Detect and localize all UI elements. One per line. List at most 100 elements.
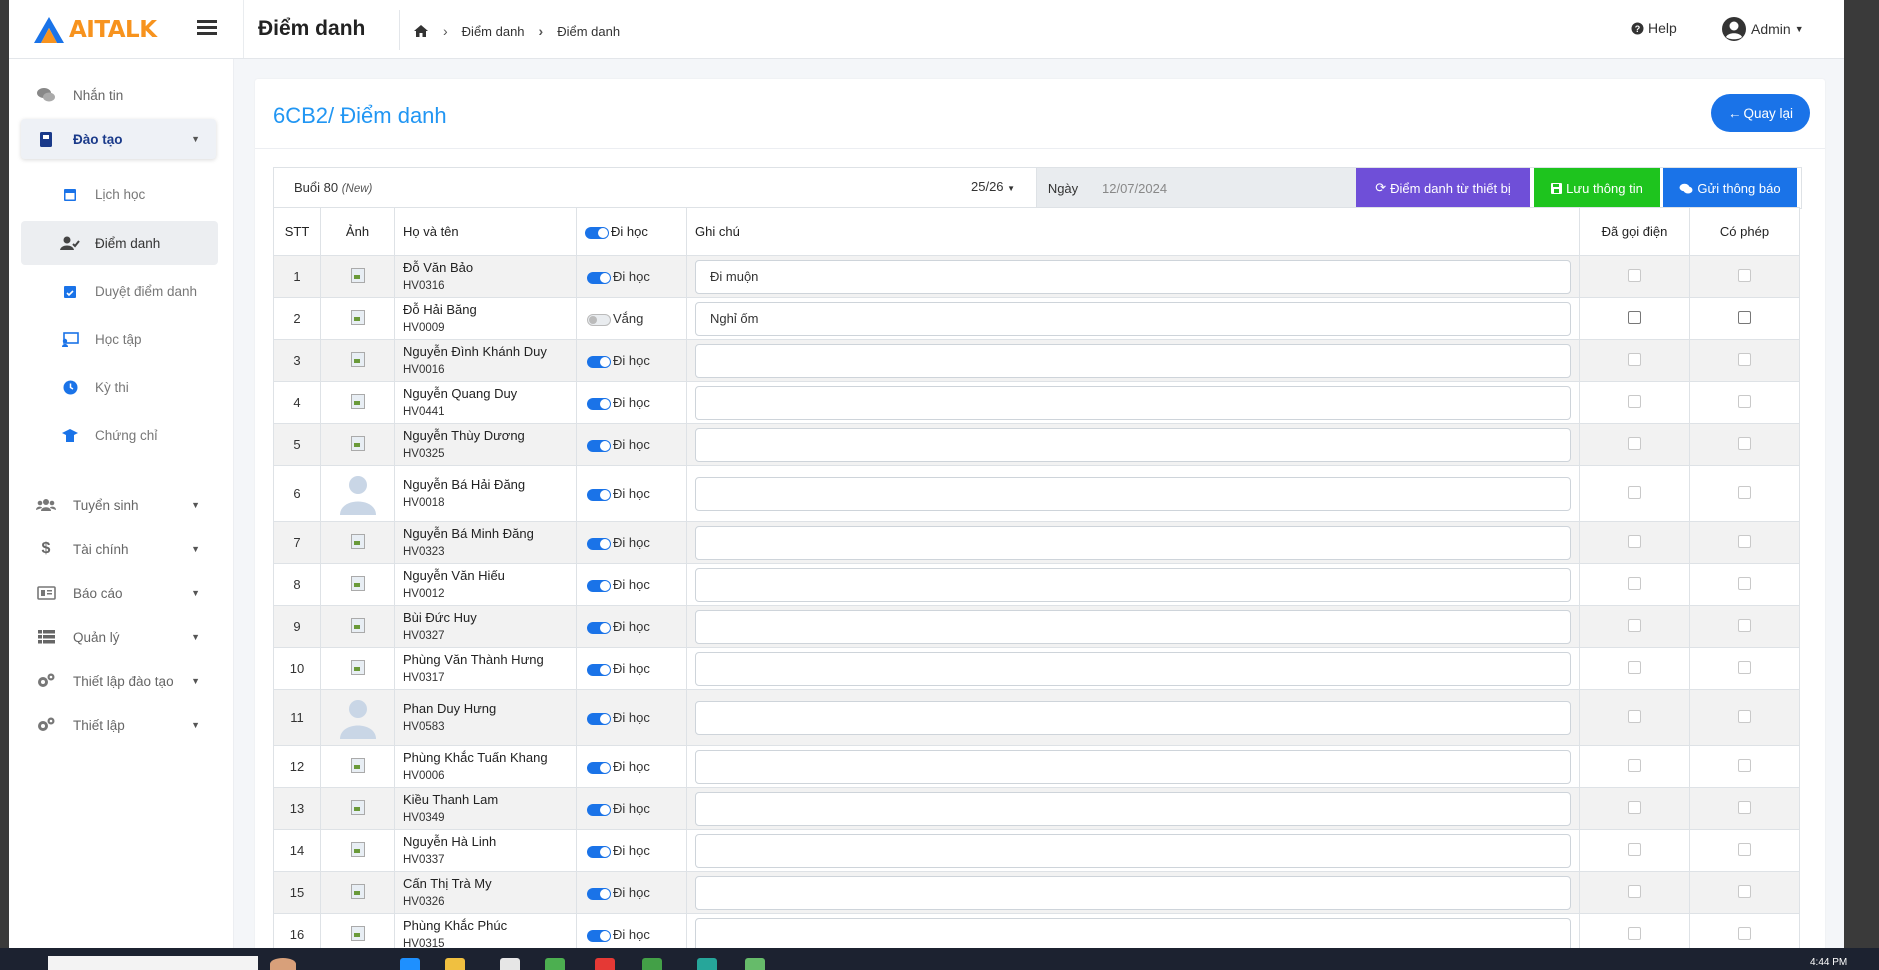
note-input[interactable]	[695, 427, 1571, 462]
attendance-switch[interactable]	[587, 439, 611, 452]
attendance-switch[interactable]	[587, 488, 611, 501]
logo[interactable]: AITALK	[33, 16, 157, 44]
called-checkbox[interactable]	[1628, 310, 1641, 324]
attendance-switch[interactable]	[587, 929, 611, 942]
note-input[interactable]	[695, 476, 1571, 511]
attendance-switch[interactable]	[587, 271, 611, 284]
attendance-switch[interactable]	[587, 663, 611, 676]
attendance-switch[interactable]	[587, 887, 611, 900]
permission-checkbox[interactable]	[1738, 268, 1751, 282]
note-input[interactable]	[695, 917, 1571, 948]
permission-checkbox[interactable]	[1738, 758, 1751, 772]
date-field[interactable]: 12/07/2024	[1088, 168, 1356, 208]
called-checkbox[interactable]	[1628, 352, 1641, 366]
note-input[interactable]	[695, 343, 1571, 378]
sidebar-item-finance[interactable]: $ Tài chính ▼	[21, 529, 216, 569]
note-input[interactable]	[695, 609, 1571, 644]
menu-toggle-icon[interactable]	[197, 20, 217, 36]
permission-checkbox[interactable]	[1738, 352, 1751, 366]
folder-icon[interactable]	[445, 958, 465, 970]
sidebar-item-attendance-approval[interactable]: Duyệt điểm danh	[21, 269, 218, 313]
note-input[interactable]	[695, 385, 1571, 420]
home-icon[interactable]	[413, 24, 429, 38]
called-checkbox[interactable]	[1628, 268, 1641, 282]
attendance-switch[interactable]	[587, 712, 611, 725]
permission-checkbox[interactable]	[1738, 310, 1751, 324]
permission-checkbox[interactable]	[1738, 394, 1751, 408]
called-checkbox[interactable]	[1628, 576, 1641, 590]
attendance-switch[interactable]	[587, 579, 611, 592]
sidebar-item-reports[interactable]: Báo cáo ▼	[21, 573, 216, 613]
taskbar-avatar[interactable]	[270, 958, 296, 970]
send-notification-button[interactable]: Gửi thông báo	[1663, 168, 1797, 208]
col-status[interactable]: Đi học	[576, 207, 687, 256]
called-checkbox[interactable]	[1628, 534, 1641, 548]
called-checkbox[interactable]	[1628, 436, 1641, 450]
permission-checkbox[interactable]	[1738, 436, 1751, 450]
attendance-switch[interactable]	[587, 397, 611, 410]
note-input[interactable]	[695, 791, 1571, 826]
note-input[interactable]	[695, 700, 1571, 735]
toggle-all-switch[interactable]	[585, 226, 609, 239]
chat-icon[interactable]	[642, 958, 662, 970]
attendance-switch[interactable]	[587, 537, 611, 550]
sidebar-item-study[interactable]: Học tập	[21, 317, 218, 361]
note-input[interactable]	[695, 525, 1571, 560]
chrome-icon[interactable]	[595, 958, 615, 970]
attendance-switch[interactable]	[587, 845, 611, 858]
excel-icon[interactable]	[745, 958, 765, 970]
called-checkbox[interactable]	[1628, 842, 1641, 856]
note-input[interactable]	[695, 833, 1571, 868]
permission-checkbox[interactable]	[1738, 926, 1751, 940]
permission-checkbox[interactable]	[1738, 842, 1751, 856]
app-icon[interactable]	[697, 958, 717, 970]
sidebar-item-training-settings[interactable]: Thiết lập đào tạo ▼	[21, 661, 216, 701]
attendance-switch[interactable]	[587, 803, 611, 816]
sidebar-item-exams[interactable]: Kỳ thi	[21, 365, 218, 409]
session-select[interactable]: 25/26 ▼	[971, 179, 1015, 194]
note-input[interactable]	[695, 301, 1571, 336]
sidebar-item-attendance[interactable]: Điểm danh	[21, 221, 218, 265]
permission-checkbox[interactable]	[1738, 884, 1751, 898]
attendance-switch[interactable]	[587, 761, 611, 774]
called-checkbox[interactable]	[1628, 800, 1641, 814]
note-input[interactable]	[695, 749, 1571, 784]
note-input[interactable]	[695, 259, 1571, 294]
called-checkbox[interactable]	[1628, 618, 1641, 632]
taskbar-search[interactable]	[48, 956, 258, 970]
called-checkbox[interactable]	[1628, 485, 1641, 499]
sidebar-item-messages[interactable]: Nhắn tin	[21, 75, 216, 115]
app-icon[interactable]	[500, 958, 520, 970]
device-attendance-button[interactable]: ⟳ Điểm danh từ thiết bị	[1356, 168, 1530, 208]
permission-checkbox[interactable]	[1738, 534, 1751, 548]
attendance-switch[interactable]	[587, 313, 611, 326]
permission-checkbox[interactable]	[1738, 485, 1751, 499]
permission-checkbox[interactable]	[1738, 618, 1751, 632]
called-checkbox[interactable]	[1628, 758, 1641, 772]
called-checkbox[interactable]	[1628, 926, 1641, 940]
note-input[interactable]	[695, 875, 1571, 910]
permission-checkbox[interactable]	[1738, 709, 1751, 723]
permission-checkbox[interactable]	[1738, 800, 1751, 814]
permission-checkbox[interactable]	[1738, 660, 1751, 674]
called-checkbox[interactable]	[1628, 709, 1641, 723]
breadcrumb-item[interactable]: Điểm danh	[462, 24, 525, 39]
save-button[interactable]: Lưu thông tin	[1534, 168, 1660, 208]
sidebar-item-training[interactable]: Đào tạo ▼	[21, 119, 216, 159]
called-checkbox[interactable]	[1628, 884, 1641, 898]
help-link[interactable]: ? Help	[1631, 20, 1677, 36]
permission-checkbox[interactable]	[1738, 576, 1751, 590]
attendance-switch[interactable]	[587, 355, 611, 368]
edge-icon[interactable]	[400, 958, 420, 970]
sidebar-item-schedule[interactable]: Lịch học	[21, 172, 218, 216]
sidebar-item-management[interactable]: Quản lý ▼	[21, 617, 216, 657]
sidebar-item-admissions[interactable]: Tuyển sinh ▼	[21, 485, 216, 525]
note-input[interactable]	[695, 567, 1571, 602]
user-menu[interactable]: Admin ▼	[1721, 16, 1804, 42]
back-button[interactable]: ← Quay lại	[1711, 94, 1810, 132]
attendance-switch[interactable]	[587, 621, 611, 634]
excel-icon[interactable]	[545, 958, 565, 970]
note-input[interactable]	[695, 651, 1571, 686]
sidebar-item-certificates[interactable]: Chứng chỉ	[21, 413, 218, 457]
called-checkbox[interactable]	[1628, 394, 1641, 408]
